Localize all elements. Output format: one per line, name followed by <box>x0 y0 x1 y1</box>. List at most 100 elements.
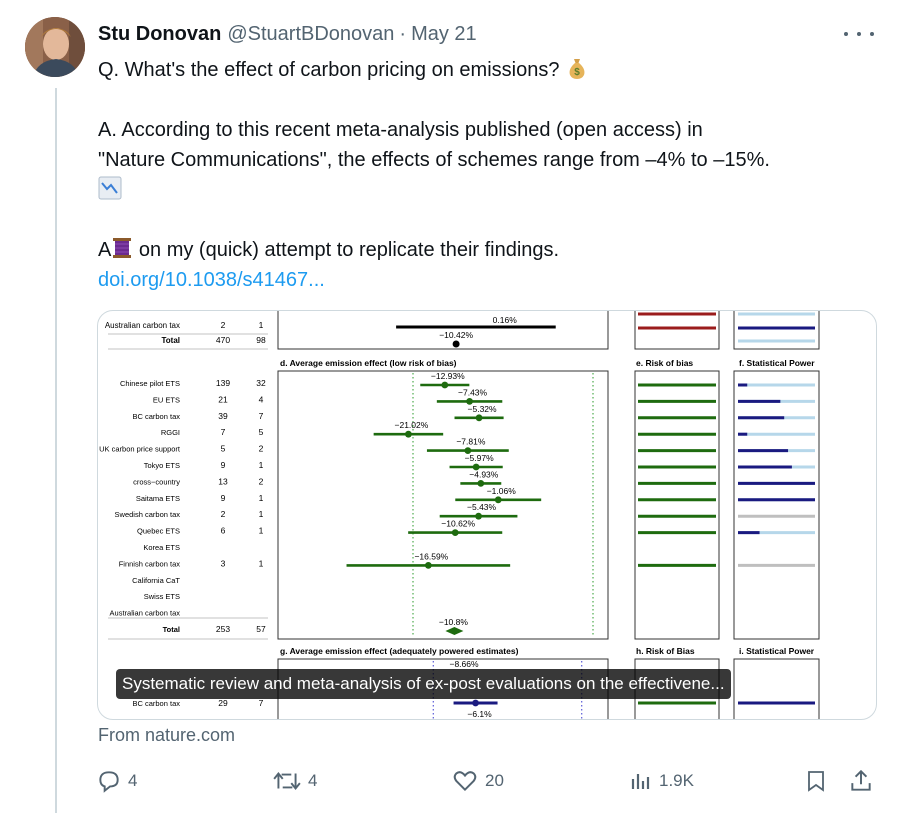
views-count: 1.9K <box>659 771 694 790</box>
estimate-label: −5.32% <box>468 404 498 414</box>
point-estimate <box>475 512 482 520</box>
views-chart-icon <box>631 774 650 789</box>
figure-image: 0.16%−10.42%Australian carbon tax 2 1Total… <box>99 311 820 719</box>
reply-count: 4 <box>128 771 138 790</box>
repost-button[interactable]: 4 <box>272 764 317 798</box>
g-row-n2: 7 <box>259 698 264 708</box>
views-button[interactable]: 1.9K <box>629 764 694 798</box>
link-card[interactable]: 0.16% −10.42% Australian carbon tax 2 1 Total… <box>97 310 877 720</box>
tweet-line-thread-a: A <box>98 239 112 261</box>
separator-dot: · <box>399 22 407 45</box>
row-label: BC carbon tax <box>132 412 180 421</box>
thread-line <box>55 88 57 813</box>
panel-d-box <box>277 370 609 640</box>
total-n-studies: 57 <box>256 624 266 634</box>
point-estimate <box>477 480 485 487</box>
row-n-studies: 5 <box>259 427 264 437</box>
top-row-label: Australian carbon tax <box>105 321 180 330</box>
row-n-estimates: 6 <box>221 526 226 536</box>
row-n-estimates: 7 <box>221 427 226 437</box>
row-n-studies: 1 <box>259 509 264 519</box>
doi-link[interactable]: doi.org/10.1038/s41467... <box>98 269 325 291</box>
row-label: RGGI <box>161 428 180 437</box>
row-label: cross−country <box>133 477 180 486</box>
estimate-label: −21.02% <box>395 420 429 430</box>
more-options-icon[interactable] <box>844 24 874 44</box>
row-label: Tokyo ETS <box>144 461 180 470</box>
estimate-label: −12.93% <box>431 371 465 381</box>
top-bias-box <box>634 311 720 350</box>
row-n-estimates: 39 <box>218 411 228 421</box>
estimate-label: −5.43% <box>467 502 497 512</box>
row-label: UK carbon price support <box>99 445 181 454</box>
reply-icon <box>99 771 119 793</box>
tweet-text: Q. What's the effect of carbon pricing o… <box>98 55 878 295</box>
top-estimate-label: −10.42% <box>439 330 473 340</box>
avatar[interactable] <box>25 17 85 77</box>
estimate-label: −16.59% <box>414 551 448 561</box>
panel-f-box <box>733 370 820 640</box>
bookmark-button[interactable] <box>804 764 834 798</box>
estimate-label: −10.62% <box>441 519 475 529</box>
total-n-estimates: 253 <box>216 624 230 634</box>
estimate-label: −7.81% <box>456 437 486 447</box>
thread-spool-icon <box>113 238 132 258</box>
row-label: Swedish carbon tax <box>115 510 181 519</box>
card-caption[interactable]: Systematic review and meta-analysis of e… <box>116 669 731 699</box>
panel-e-title: e. Risk of bias <box>636 358 693 368</box>
point-estimate <box>424 562 432 569</box>
row-n-studies: 4 <box>259 394 264 404</box>
like-button[interactable]: 20 <box>451 764 504 798</box>
panel-i-box <box>733 658 820 719</box>
row-label: Australian carbon tax <box>110 609 181 618</box>
row-label: Quebec ETS <box>137 527 180 536</box>
row-n-estimates: 13 <box>218 476 228 486</box>
row-label: Chinese pilot ETS <box>120 379 180 388</box>
card-source[interactable]: From nature.com <box>98 725 235 746</box>
tweet-line-question: Q. What's the effect of carbon pricing o… <box>98 59 560 81</box>
panel-e-box <box>634 370 720 640</box>
row-label: Finnish carbon tax <box>119 559 181 568</box>
top-power-box <box>733 311 820 350</box>
row-n-studies: 7 <box>259 411 264 421</box>
money-bag-icon: $ <box>569 59 585 79</box>
share-icon <box>851 769 871 791</box>
chart-decreasing-icon <box>98 176 122 200</box>
panel-h-title: h. Risk of Bias <box>636 646 695 656</box>
action-bar: 4 4 20 1.9K <box>96 764 876 798</box>
row-label: Korea ETS <box>143 543 180 552</box>
row-n-studies: 1 <box>259 526 264 536</box>
share-button[interactable] <box>848 764 880 798</box>
author-handle[interactable]: @StuartBDonovan <box>227 23 394 46</box>
row-n-estimates: 9 <box>221 493 226 503</box>
heart-icon <box>453 771 477 792</box>
svg-text:$: $ <box>574 67 580 78</box>
panel-g-title: g. Average emission effect (adequately p… <box>280 646 519 656</box>
point-estimate <box>441 381 449 389</box>
row-n-studies: 32 <box>256 378 266 388</box>
g-point-estimate <box>472 699 479 707</box>
top-row-n1: 2 <box>221 320 226 330</box>
row-label: Saitama ETS <box>136 494 180 503</box>
author-name[interactable]: Stu Donovan <box>98 23 221 46</box>
estimate-label: −5.97% <box>465 453 495 463</box>
panel-d-title: d. Average emission effect (low risk of … <box>280 358 457 368</box>
point-estimate <box>475 414 483 422</box>
g-estimate-label: −8.66% <box>449 659 479 669</box>
reply-button[interactable]: 4 <box>96 764 137 798</box>
g-row-label: BC carbon tax <box>132 699 180 708</box>
repost-count: 4 <box>308 771 318 790</box>
panel-i-title: i. Statistical Power <box>739 646 815 656</box>
tweet-line-thread-rest: on my (quick) attempt to replicate their… <box>138 239 560 261</box>
row-label: California CaT <box>132 576 180 585</box>
row-n-estimates: 2 <box>221 509 226 519</box>
bookmark-icon <box>808 771 824 792</box>
estimate-label: −7.43% <box>458 387 488 397</box>
tweet-line-answer: A. According to this recent meta-analysi… <box>98 119 703 141</box>
avatar-photo <box>25 17 85 77</box>
row-n-studies: 2 <box>259 476 264 486</box>
tweet-date[interactable]: May 21 <box>411 23 477 46</box>
panel-f-title: f. Statistical Power <box>739 358 815 368</box>
row-label: EU ETS <box>153 395 180 404</box>
total-label: Total <box>163 625 180 634</box>
